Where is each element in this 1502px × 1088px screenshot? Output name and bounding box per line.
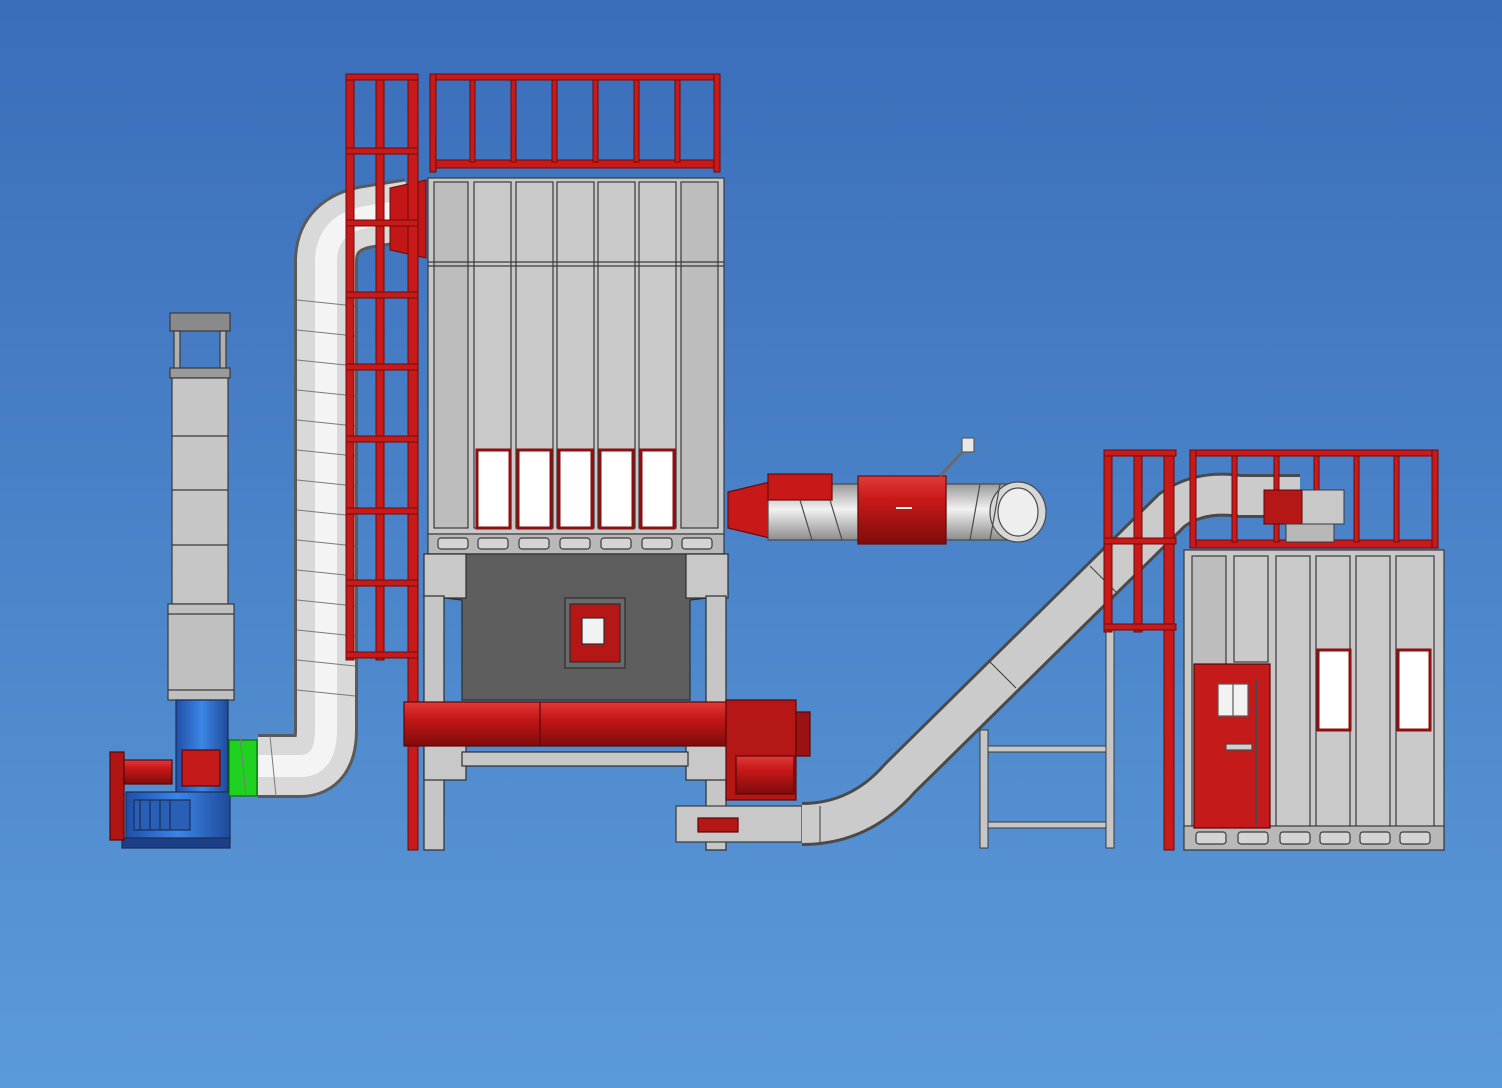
exhaust-stack [167,312,235,701]
booth-door [1193,663,1271,829]
dust-collection-system-render [0,0,1502,1088]
filter-windows [475,448,676,530]
